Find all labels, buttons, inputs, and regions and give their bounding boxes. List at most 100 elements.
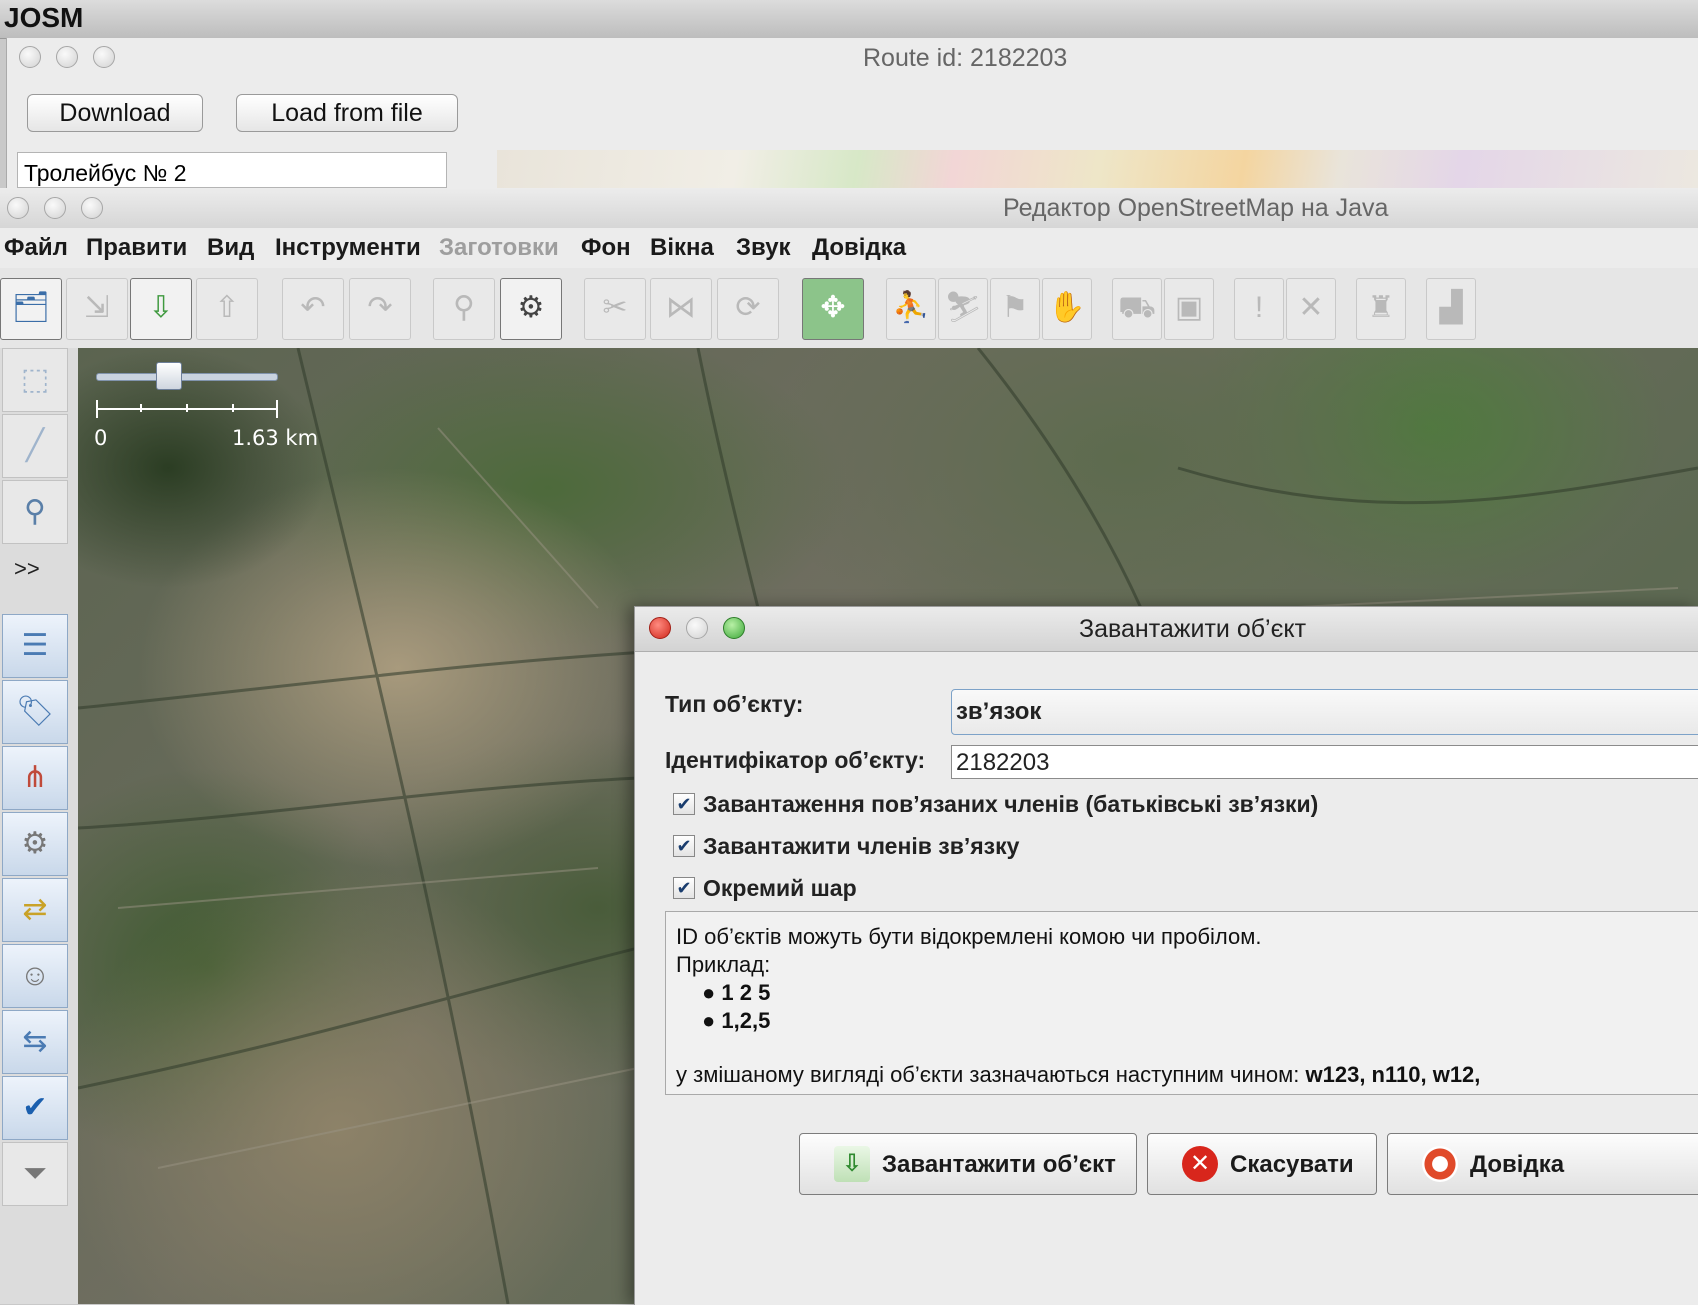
zoom-search-icon: ⚲ — [433, 278, 495, 340]
system-menu-bar: JOSM — [0, 0, 1698, 39]
download-button[interactable]: Download — [27, 94, 203, 132]
scale-tick — [186, 404, 188, 412]
conflict-icon[interactable]: ⇄ — [2, 878, 68, 942]
help-text-prefix: у змішаному вигляді об’єкти зазначаються… — [676, 1062, 1300, 1087]
object-type-select[interactable]: зв’язок — [951, 689, 1698, 735]
merge-icon[interactable]: ⇆ — [2, 1010, 68, 1074]
checkbox-new-layer[interactable]: ✔ — [673, 877, 695, 899]
help-text-line: ID об’єктів можуть бути відокремлені ком… — [676, 924, 1262, 949]
hand-icon: ✋ — [1042, 278, 1092, 340]
example-value: 1,2,5 — [721, 1008, 771, 1033]
minimize-icon[interactable] — [686, 617, 708, 639]
menu-view[interactable]: Вид — [207, 234, 254, 262]
toolbar: 🗂 ⇲ ⇩ ⇧ ↶ ↷ ⚲ ⚙ ✂ ⋈ ⟳ ✥ ⛹ ⛷ ⚑ ✋ ⛟ ▣ ! ✕ … — [0, 268, 1698, 349]
open-file-icon[interactable]: 🗂 — [0, 278, 62, 340]
minimize-icon[interactable] — [44, 197, 66, 219]
castle-icon: ♜ — [1356, 278, 1406, 340]
filter-icon[interactable]: ⏷ — [2, 1142, 68, 1206]
route-window-title: Route id: 2182203 — [863, 44, 1068, 72]
help-button-label: Довідка — [1470, 1151, 1565, 1178]
scale-tick — [140, 404, 142, 412]
help-text-line: Приклад: — [676, 952, 771, 977]
help-text-line: у змішаному вигляді об’єкти зазначаються… — [676, 1062, 1480, 1088]
tools-icon: ✕ — [1286, 278, 1336, 340]
scale-end-label: 1.63 km — [232, 426, 319, 450]
route-map-preview — [497, 150, 1698, 190]
menu-file[interactable]: Файл — [4, 234, 68, 262]
cancel-icon: ✕ — [1182, 1146, 1218, 1182]
menu-audio[interactable]: Звук — [736, 234, 791, 262]
menu-edit[interactable]: Правити — [86, 234, 187, 262]
help-button[interactable]: Довідка — [1387, 1133, 1698, 1195]
mode-sidebar: ⬚ ╱ ⚲ >> ☰ 🏷 ⋔ ⚙ ⇄ ☺ ⇆ ✔ ⏷ — [0, 348, 79, 1304]
industry-icon: ▟ — [1426, 278, 1476, 340]
menu-presets: Заготовки — [439, 234, 559, 261]
checkbox-relation-members-label[interactable]: Завантажити членів зв’язку — [703, 833, 1019, 860]
layers-icon[interactable]: ☰ — [2, 614, 68, 678]
menu-windows[interactable]: Вікна — [650, 234, 714, 262]
menu-imagery[interactable]: Фон — [581, 234, 631, 262]
user-icon[interactable]: ☺ — [2, 944, 68, 1008]
draw-mode-icon[interactable]: ╱ — [2, 414, 68, 478]
zoom-icon[interactable] — [93, 46, 115, 68]
zoom-icon[interactable] — [81, 197, 103, 219]
download-icon[interactable]: ⇩ — [130, 278, 192, 340]
zoom-mode-icon[interactable]: ⚲ — [2, 480, 68, 544]
download-object-button[interactable]: ⇩ Завантажити об’єкт — [799, 1133, 1137, 1195]
example-list-item: ● 1 2 5 — [702, 980, 771, 1005]
cancel-button-label: Скасувати — [1230, 1151, 1354, 1178]
main-title-bar: Редактор OpenStreetMap на Java — [0, 188, 1698, 229]
split-way-icon: ✂ — [584, 278, 646, 340]
scale-tick — [276, 400, 278, 418]
scale-start-label: 0 — [94, 426, 108, 450]
select-mode-icon[interactable]: ⬚ — [2, 348, 68, 412]
object-type-label: Тип об’єкту: — [665, 691, 804, 717]
combine-way-icon: ⋈ — [650, 278, 712, 340]
car-icon: ⛟ — [1112, 278, 1162, 340]
minimize-icon[interactable] — [56, 46, 78, 68]
scale-tick — [232, 404, 234, 412]
sport-icon: ⛹ — [886, 278, 936, 340]
more-tools-button[interactable]: >> — [14, 556, 40, 582]
relation-icon[interactable]: ⋔ — [2, 746, 68, 810]
cancel-button[interactable]: ✕ Скасувати — [1147, 1133, 1377, 1195]
route-list[interactable]: Тролейбус № 2 — [17, 152, 447, 188]
dialog-title: Завантажити об’єкт — [1079, 615, 1307, 643]
zoom-slider[interactable] — [96, 373, 278, 381]
close-icon[interactable] — [7, 197, 29, 219]
warning-icon: ! — [1234, 278, 1284, 340]
menu-tools[interactable]: Інструменти — [275, 234, 421, 262]
tags-icon[interactable]: 🏷 — [2, 680, 68, 744]
upload-icon: ⇧ — [196, 278, 258, 340]
checkbox-relation-members[interactable]: ✔ — [673, 835, 695, 857]
scale-tick — [96, 400, 98, 418]
checkbox-new-layer-label[interactable]: Окремий шар — [703, 875, 857, 902]
route-window: Route id: 2182203 Download Load from fil… — [6, 38, 1698, 190]
object-id-input[interactable]: 2182203 — [951, 745, 1698, 779]
checkbox-referrers[interactable]: ✔ — [673, 793, 695, 815]
zoom-fit-icon[interactable]: ✥ — [802, 278, 864, 340]
download-icon: ⇩ — [834, 1146, 870, 1182]
close-icon[interactable] — [19, 46, 41, 68]
validator-icon[interactable]: ✔ — [2, 1076, 68, 1140]
dialog-title-bar: Завантажити об’єкт — [635, 607, 1698, 652]
download-object-button-label: Завантажити об’єкт — [882, 1151, 1116, 1178]
checkbox-referrers-label[interactable]: Завантаження пов’язаних членів (батьківс… — [703, 791, 1318, 818]
list-item[interactable]: Тролейбус № 2 — [24, 160, 187, 186]
app-name: JOSM — [4, 2, 84, 33]
undo-icon: ↶ — [282, 278, 344, 340]
zoom-slider-thumb[interactable] — [156, 362, 182, 390]
menu-help[interactable]: Довідка — [812, 234, 906, 262]
example-list-item: ● 1,2,5 — [702, 1008, 771, 1033]
menu-bar: Файл Правити Вид Інструменти Заготовки Ф… — [0, 228, 1698, 269]
toggle-dialog-icon[interactable]: ⚙ — [2, 812, 68, 876]
download-object-dialog: Завантажити об’єкт Тип об’єкту: зв’язок … — [634, 606, 1698, 1305]
close-icon[interactable] — [649, 617, 671, 639]
redo-icon: ↷ — [349, 278, 411, 340]
load-from-file-button[interactable]: Load from file — [236, 94, 458, 132]
sport-icon-3: ⚑ — [990, 278, 1040, 340]
zoom-icon[interactable] — [723, 617, 745, 639]
example-value: 1 2 5 — [721, 980, 771, 1005]
lifebuoy-icon — [1422, 1146, 1458, 1182]
preferences-icon[interactable]: ⚙ — [500, 278, 562, 340]
